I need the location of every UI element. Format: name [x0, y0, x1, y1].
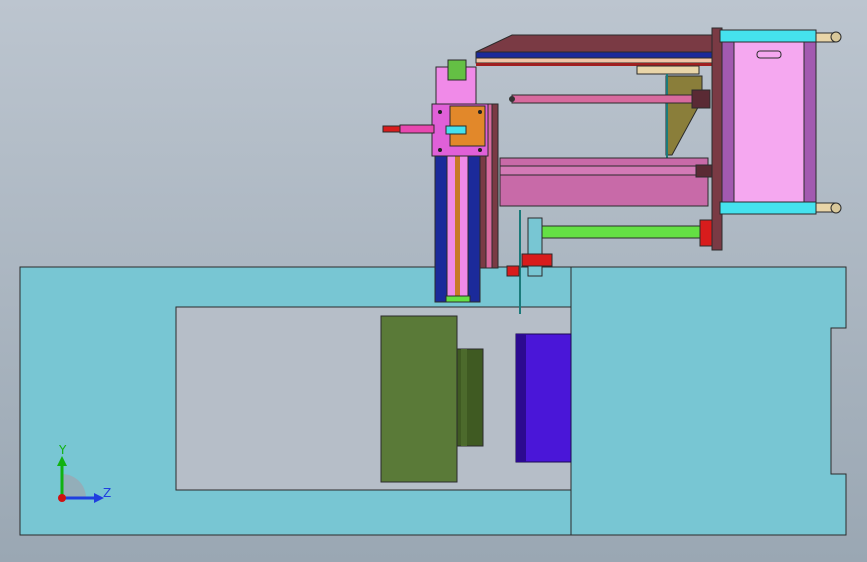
right-mold-assembly[interactable]: [691, 27, 842, 251]
head-cyan-pin: [445, 125, 467, 135]
bracket-plate-cyan: [527, 217, 543, 277]
nozzle-hub: [456, 348, 484, 447]
column-foot: [445, 295, 471, 303]
head-tip-red: [382, 125, 401, 133]
nozzle-hub-ring: [461, 349, 467, 446]
base-window: [175, 306, 572, 491]
middle-plate: [499, 157, 709, 207]
bracket-small-red: [506, 265, 520, 277]
leveling-knob-bottom: [830, 202, 842, 214]
upper-rod-end: [509, 96, 515, 102]
top-plate-brown: [475, 34, 713, 53]
upper-rod: [511, 94, 699, 104]
head-green-cap: [447, 59, 467, 81]
column-navy-right: [467, 149, 481, 303]
column-navy-left: [434, 149, 448, 303]
column-rail-3: [491, 103, 499, 269]
leveling-knob-top: [830, 31, 842, 43]
head-bolt-2: [478, 110, 482, 114]
gusset-olive: [665, 75, 703, 156]
lower-rod-green: [539, 225, 707, 239]
cad-viewport[interactable]: Y Z: [0, 0, 867, 562]
cad-drawing[interactable]: Y Z: [0, 0, 867, 562]
base-right-section: [570, 266, 847, 536]
top-bracket: [636, 65, 700, 75]
mold-frame-cyan-top: [719, 29, 817, 43]
head-bolt-3: [438, 148, 442, 152]
top-rail-tan: [475, 57, 713, 64]
y-axis-label: Y: [58, 443, 67, 457]
column-inner-rod: [455, 150, 460, 300]
mold-frame-cyan-bottom: [719, 201, 817, 215]
carriage-head[interactable]: [382, 59, 489, 157]
triad-origin: [58, 494, 66, 502]
platen-disc-shade: [516, 334, 526, 462]
head-bolt-4: [478, 148, 482, 152]
top-rail-navy: [475, 51, 713, 59]
bracket-red-block: [521, 253, 553, 267]
mold-cavity-pink: [733, 41, 805, 203]
mold-block: [380, 315, 458, 483]
middle-plate-bar: [499, 165, 699, 176]
z-axis-label: Z: [103, 486, 111, 500]
head-bolt-1: [438, 110, 442, 114]
head-side-arm: [399, 124, 435, 134]
clamp-block-mid: [695, 164, 713, 178]
mold-plate-outer: [711, 27, 723, 251]
clamp-block-top: [691, 89, 711, 109]
